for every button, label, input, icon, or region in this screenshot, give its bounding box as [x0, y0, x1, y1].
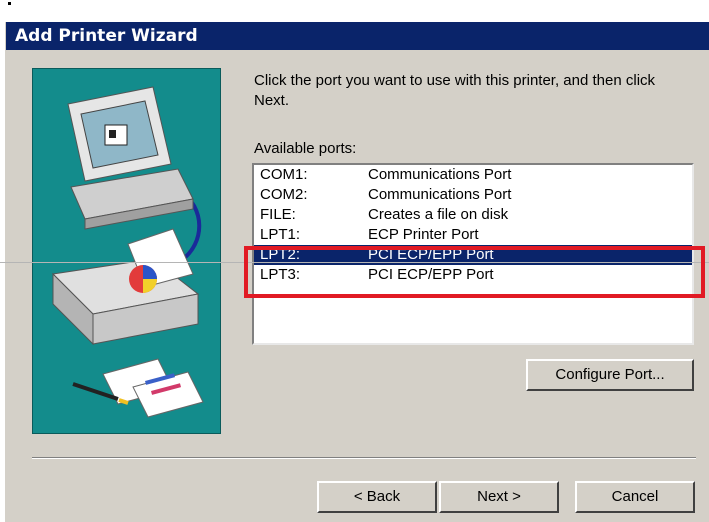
- next-button[interactable]: Next >: [439, 481, 559, 513]
- port-description: Communications Port: [368, 186, 512, 203]
- port-name: FILE:: [260, 206, 296, 223]
- port-description: ECP Printer Port: [368, 226, 479, 243]
- wizard-illustration: [32, 68, 221, 434]
- port-description: Creates a file on disk: [368, 206, 509, 223]
- back-button[interactable]: < Back: [317, 481, 437, 513]
- port-row[interactable]: LPT1: ECP Printer Port: [254, 225, 692, 245]
- corner-mark: [8, 2, 11, 5]
- instruction-text: Click the port you want to use with this…: [254, 72, 656, 109]
- annotation-highlight-box: [244, 246, 705, 298]
- port-description: Communications Port: [368, 166, 512, 183]
- title-bar: Add Printer Wizard: [6, 22, 709, 50]
- port-name: LPT1:: [260, 226, 301, 243]
- configure-port-button[interactable]: Configure Port...: [526, 359, 694, 391]
- port-name: COM1:: [260, 166, 308, 183]
- port-row[interactable]: COM1: Communications Port: [254, 165, 692, 185]
- port-row[interactable]: FILE: Creates a file on disk: [254, 205, 692, 225]
- cancel-button[interactable]: Cancel: [575, 481, 695, 513]
- port-name: COM2:: [260, 186, 308, 203]
- footer-separator: [32, 457, 696, 459]
- port-row[interactable]: COM2: Communications Port: [254, 185, 692, 205]
- available-ports-label: Available ports:: [254, 140, 357, 157]
